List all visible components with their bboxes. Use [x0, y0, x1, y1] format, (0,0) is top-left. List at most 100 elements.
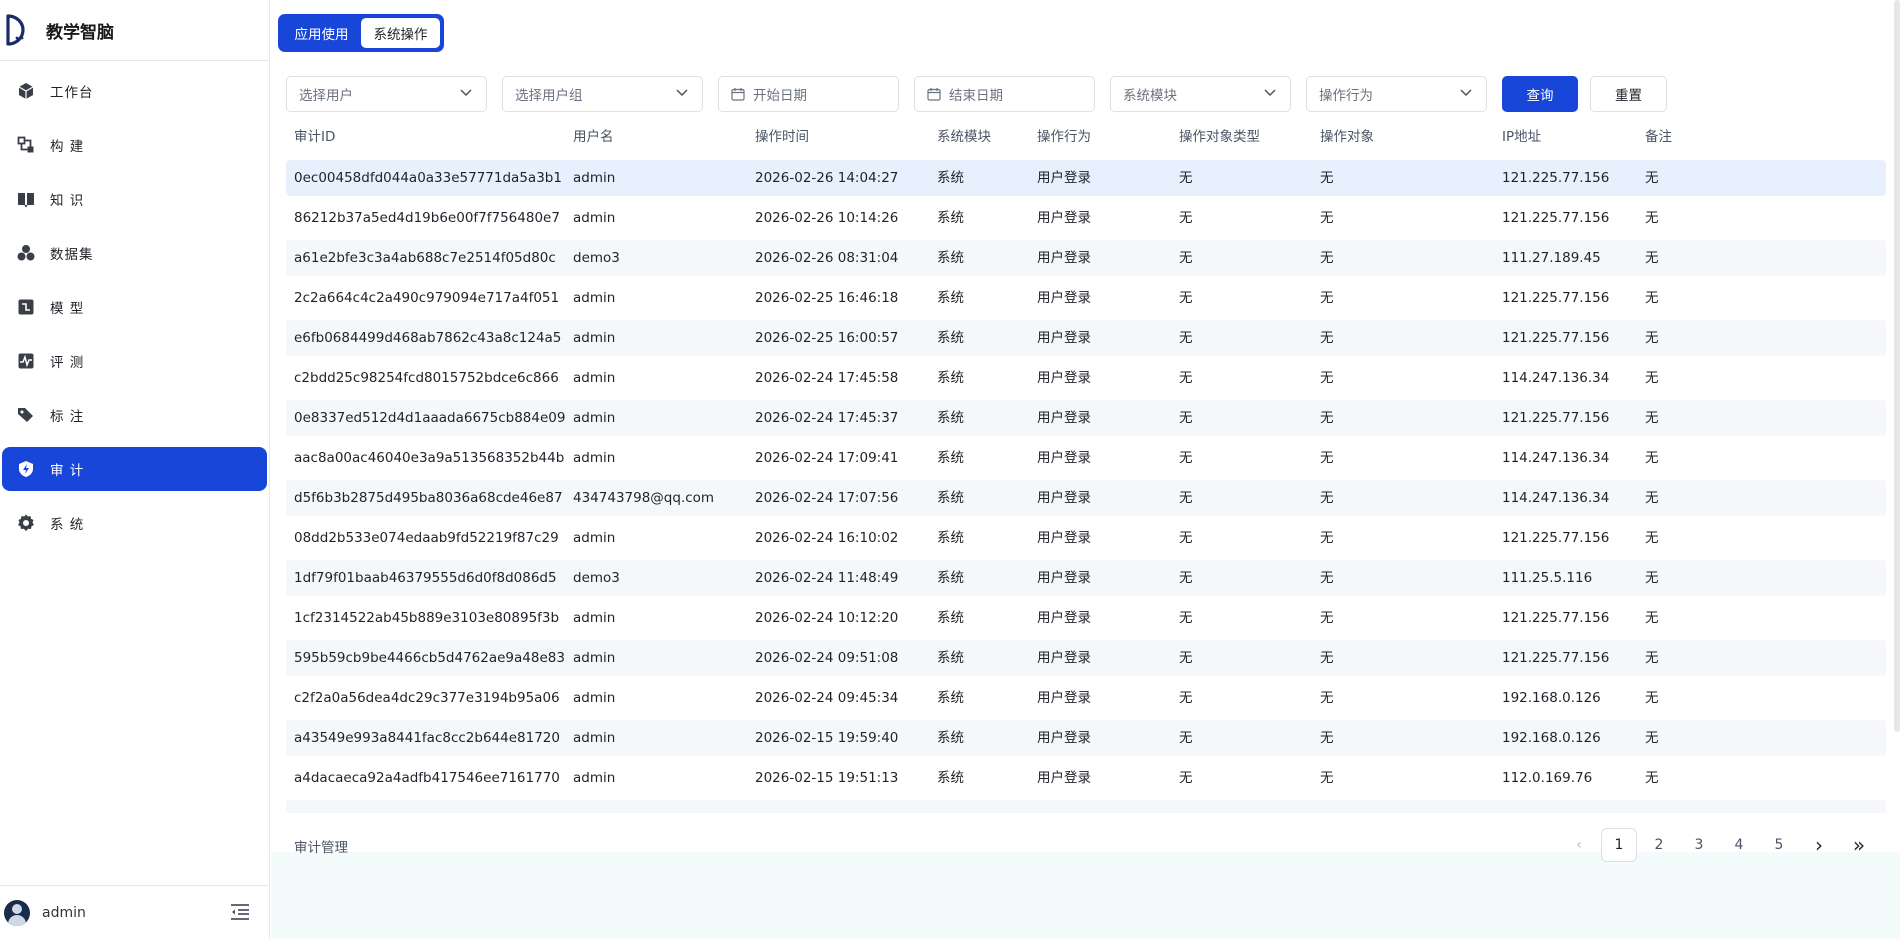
- table-cell: 系统: [937, 610, 964, 626]
- start-date-picker[interactable]: 开始日期: [718, 76, 899, 112]
- table-cell: 用户登录: [1037, 770, 1091, 786]
- sidebar-item-label: 标 注: [50, 409, 85, 425]
- model-icon: [16, 297, 36, 317]
- column-header[interactable]: 审计ID: [294, 120, 335, 154]
- table-cell: 192.168.0.126: [1502, 690, 1601, 706]
- calendar-icon: [731, 88, 745, 101]
- table-row[interactable]: 08dd2b533e074edaab9fd52219f87c29 admin 202…: [286, 520, 1886, 556]
- next-page-button[interactable]: ›: [1801, 828, 1837, 862]
- sidebar-item-system[interactable]: 系 统: [2, 501, 267, 545]
- user-select[interactable]: 选择用户: [286, 76, 487, 112]
- table-cell: 121.225.77.156: [1502, 330, 1610, 346]
- chevron-down-icon: [460, 89, 472, 97]
- tab-system-operation[interactable]: 系统操作: [361, 18, 440, 48]
- sidebar-item-dataset[interactable]: 数据集: [2, 231, 267, 275]
- action-select[interactable]: 操作行为: [1306, 76, 1487, 112]
- avatar[interactable]: [4, 899, 30, 926]
- table-cell: 无: [1179, 490, 1193, 506]
- table-row[interactable]: e6fb0684499d468ab7862c43a8c124a5 admin 202…: [286, 320, 1886, 356]
- table-row[interactable]: 0e8337ed512d4d1aaada6675cb884e09 admin 202…: [286, 400, 1886, 436]
- system-module-select[interactable]: 系统模块: [1110, 76, 1291, 112]
- table-scrollbar[interactable]: [1894, 0, 1900, 732]
- table-row[interactable]: 1cf2314522ab45b889e3103e80895f3b admin 202…: [286, 600, 1886, 636]
- column-header[interactable]: 操作对象: [1320, 120, 1374, 154]
- table-cell: c2bdd25c98254fcd8015752bdce6c866: [294, 370, 559, 386]
- sidebar-item-evaluate[interactable]: 评 测: [2, 339, 267, 383]
- column-header[interactable]: 操作时间: [755, 120, 809, 154]
- column-header[interactable]: 操作对象类型: [1179, 120, 1260, 154]
- table-cell: aac8a00ac46040e3a9a513568352b44b: [294, 450, 565, 466]
- column-header[interactable]: 操作行为: [1037, 120, 1091, 154]
- sidebar-item-annotate[interactable]: 标 注: [2, 393, 267, 437]
- sidebar-item-workbench[interactable]: 工作台: [2, 69, 267, 113]
- table-cell: 无: [1179, 410, 1193, 426]
- table-row[interactable]: 2c2a664c4c2a490c979094e717a4f051 admin 202…: [286, 280, 1886, 316]
- table-cell: 系统: [937, 330, 964, 346]
- table-cell: 系统: [937, 690, 964, 706]
- page-4-button[interactable]: 4: [1721, 828, 1757, 862]
- table-cell: 无: [1320, 610, 1334, 626]
- table-row[interactable]: 1df79f01baab46379555d6d0f8d086d5 demo3 202…: [286, 560, 1886, 596]
- table-cell: 2026-02-24 16:10:02: [755, 530, 899, 546]
- table-cell: 无: [1320, 410, 1334, 426]
- column-header[interactable]: 用户名: [573, 120, 614, 154]
- table-cell: 无: [1645, 570, 1659, 586]
- table-cell: admin: [573, 530, 616, 546]
- table-row[interactable]: a43549e993a8441fac8cc2b644e81720 admin 202…: [286, 720, 1886, 756]
- table-cell: 无: [1179, 690, 1193, 706]
- tab-app-usage[interactable]: 应用使用: [282, 18, 361, 48]
- reset-button[interactable]: 重置: [1590, 76, 1667, 112]
- table-cell: demo3: [573, 570, 620, 586]
- table-row-partial[interactable]: [286, 800, 1886, 813]
- page-2-button[interactable]: 2: [1641, 828, 1677, 862]
- table-cell: 无: [1645, 290, 1659, 306]
- table-cell: 无: [1645, 650, 1659, 666]
- table-cell: 无: [1179, 210, 1193, 226]
- dataset-icon: [16, 243, 36, 263]
- last-page-button[interactable]: »: [1841, 828, 1877, 862]
- page-3-button[interactable]: 3: [1681, 828, 1717, 862]
- column-header[interactable]: 备注: [1645, 120, 1672, 154]
- table-cell: 无: [1645, 530, 1659, 546]
- page-5-button[interactable]: 5: [1761, 828, 1797, 862]
- pagination: ‹ 1 2 3 4 5 › »: [1561, 828, 1891, 862]
- book-icon: [16, 189, 36, 209]
- table-row[interactable]: a61e2bfe3c3a4ab688c7e2514f05d80c demo3 202…: [286, 240, 1886, 276]
- sidebar-nav: 工作台 构 建 知 识 数据集 模 型 评 测 标 注 审 计 系 统: [0, 61, 269, 545]
- sidebar-item-model[interactable]: 模 型: [2, 285, 267, 329]
- table-cell: demo3: [573, 250, 620, 266]
- table-row[interactable]: c2f2a0a56dea4dc29c377e3194b95a06 admin 202…: [286, 680, 1886, 716]
- table-cell: 无: [1645, 370, 1659, 386]
- table-row[interactable]: 86212b37a5ed4d19b6e00f7f756480e7 admin 202…: [286, 200, 1886, 236]
- table-row[interactable]: aac8a00ac46040e3a9a513568352b44b admin 202…: [286, 440, 1886, 476]
- table-cell: 192.168.0.126: [1502, 730, 1601, 746]
- query-button[interactable]: 查询: [1502, 76, 1578, 112]
- sidebar-item-knowledge[interactable]: 知 识: [2, 177, 267, 221]
- table-row[interactable]: c2bdd25c98254fcd8015752bdce6c866 admin 202…: [286, 360, 1886, 396]
- table-cell: admin: [573, 330, 616, 346]
- filter-bar: 选择用户 选择用户组 开始日期 结束日期 系统模块 操作行为 查询 重置: [286, 76, 1886, 112]
- sidebar-item-label: 工作台: [50, 85, 94, 101]
- table-row[interactable]: 0ec00458dfd044a0a33e57771da5a3b1 admin 202…: [286, 160, 1886, 196]
- table-cell: 无: [1320, 490, 1334, 506]
- table-cell: 0ec00458dfd044a0a33e57771da5a3b1: [294, 170, 562, 186]
- table-cell: 2026-02-15 19:51:13: [755, 770, 899, 786]
- table-cell: 用户登录: [1037, 370, 1091, 386]
- column-header[interactable]: 系统模块: [937, 120, 991, 154]
- table-cell: 121.225.77.156: [1502, 170, 1610, 186]
- table-cell: 用户登录: [1037, 330, 1091, 346]
- sidebar-item-audit[interactable]: 审 计: [2, 447, 267, 491]
- table-row[interactable]: a4dacaeca92a4adfb417546ee7161770 admin 202…: [286, 760, 1886, 796]
- end-date-picker[interactable]: 结束日期: [914, 76, 1095, 112]
- sidebar-item-build[interactable]: 构 建: [2, 123, 267, 167]
- user-group-select[interactable]: 选择用户组: [502, 76, 703, 112]
- page-1-button[interactable]: 1: [1601, 828, 1637, 862]
- prev-page-button[interactable]: ‹: [1561, 828, 1597, 862]
- column-header[interactable]: IP地址: [1502, 120, 1541, 154]
- collapse-sidebar-icon[interactable]: [230, 903, 250, 921]
- sidebar-item-label: 构 建: [50, 139, 85, 155]
- start-date-placeholder: 开始日期: [753, 88, 807, 104]
- table-row[interactable]: 595b59cb9be4466cb5d4762ae9a48e83 admin 202…: [286, 640, 1886, 676]
- table-cell: 111.27.189.45: [1502, 250, 1601, 266]
- table-row[interactable]: d5f6b3b2875d495ba8036a68cde46e87 43474379…: [286, 480, 1886, 516]
